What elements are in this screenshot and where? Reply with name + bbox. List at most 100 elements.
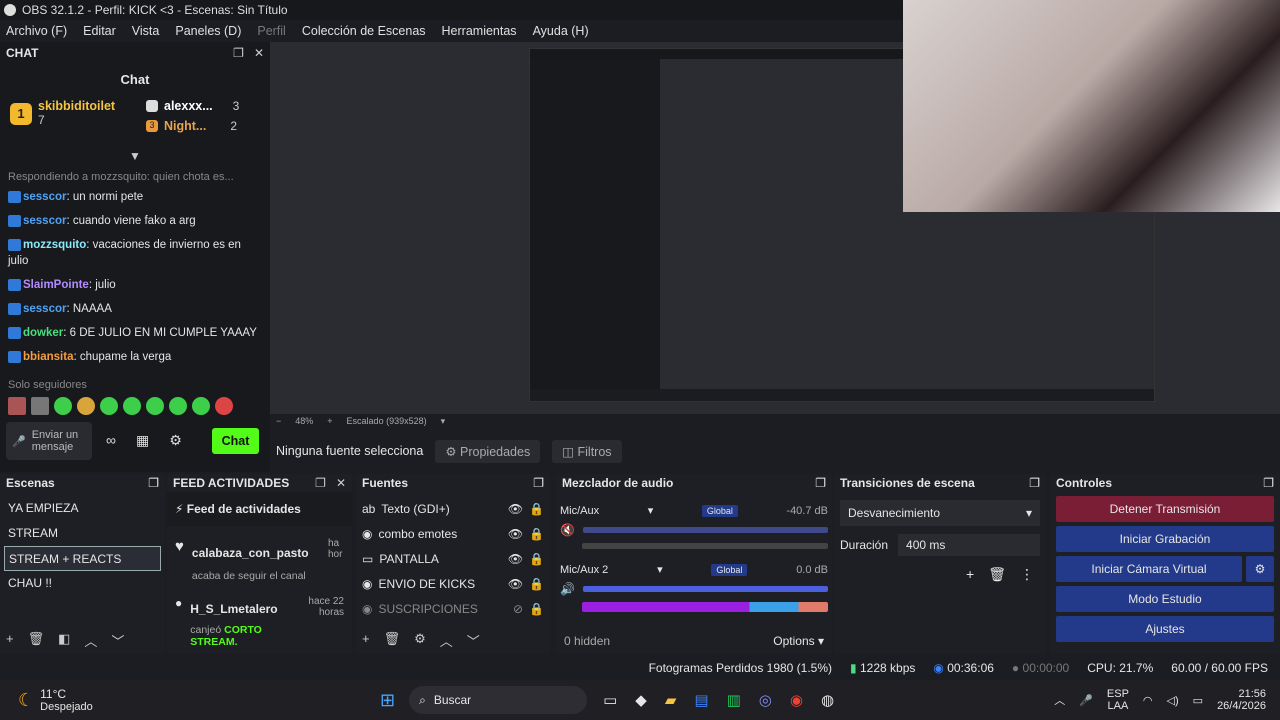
- lock-icon[interactable]: 🔒: [529, 602, 544, 616]
- add-transition-icon[interactable]: +: [966, 566, 974, 583]
- source-item[interactable]: ab Texto (GDI+) 👁 🔒: [356, 496, 550, 521]
- spreadsheet-icon[interactable]: ▥: [727, 691, 741, 709]
- speaker-icon[interactable]: 🔊: [560, 582, 575, 596]
- emotes-icon[interactable]: ∞: [106, 432, 116, 449]
- chevron-up-icon[interactable]: ︿: [1054, 692, 1065, 708]
- send-chat-button[interactable]: Chat: [212, 428, 259, 454]
- trash-icon[interactable]: 🗑: [28, 631, 45, 650]
- chrome-icon[interactable]: ◉: [790, 691, 803, 709]
- source-item[interactable]: ▭ PANTALLA 👁 🔒: [356, 546, 550, 571]
- mute-icon[interactable]: 🔇: [560, 523, 575, 537]
- weather-widget[interactable]: ☾ 11°C Despejado: [0, 687, 380, 713]
- float-icon[interactable]: ❐: [1029, 476, 1040, 490]
- menu-ayuda[interactable]: Ayuda (H): [533, 24, 589, 38]
- stop-stream-button[interactable]: Detener Transmisión: [1056, 496, 1274, 522]
- chat-username[interactable]: dowker: [23, 327, 63, 339]
- chat-username[interactable]: sesscor: [23, 215, 66, 227]
- close-icon[interactable]: ✕: [336, 476, 346, 490]
- chat-username[interactable]: SlaimPointe: [23, 279, 89, 291]
- chat-input[interactable]: 🎤 Enviar un mensaje: [6, 422, 92, 460]
- source-item[interactable]: ◉ SUSCRIPCIONES ⊘ 🔒: [356, 596, 550, 621]
- emote-icon[interactable]: [215, 397, 233, 415]
- chevron-down-icon[interactable]: ▾: [648, 504, 654, 517]
- add-source-icon[interactable]: +: [362, 631, 370, 650]
- up-icon[interactable]: ︿: [84, 631, 97, 650]
- menu-vista[interactable]: Vista: [132, 24, 160, 38]
- language-indicator[interactable]: ESP LAA: [1107, 688, 1129, 712]
- chat-username[interactable]: sesscor: [23, 303, 66, 315]
- filters-button[interactable]: ◫ Filtros: [552, 439, 622, 463]
- float-icon[interactable]: ❐: [815, 476, 826, 490]
- more-icon[interactable]: ⋮: [1020, 566, 1034, 583]
- float-icon[interactable]: ❐: [533, 476, 544, 490]
- chat-username[interactable]: mozzsquito: [23, 239, 86, 251]
- emote-icon[interactable]: [146, 397, 164, 415]
- emote-icon[interactable]: [31, 397, 49, 415]
- start-recording-button[interactable]: Iniciar Grabación: [1056, 526, 1274, 552]
- lock-icon[interactable]: 🔒: [529, 552, 544, 566]
- eye-icon[interactable]: 👁: [508, 552, 523, 566]
- channel-tag[interactable]: Global: [711, 563, 748, 576]
- menu-coleccion[interactable]: Colección de Escenas: [302, 24, 426, 38]
- source-item[interactable]: ◉ ENVIO DE KICKS 👁 🔒: [356, 571, 550, 596]
- settings-button[interactable]: Ajustes: [1056, 616, 1274, 642]
- clock[interactable]: 21:56 26/4/2026: [1217, 688, 1266, 712]
- emote-icon[interactable]: [77, 397, 95, 415]
- scene-item-selected[interactable]: STREAM + REACTS: [4, 546, 161, 571]
- eye-icon[interactable]: 👁: [508, 577, 523, 591]
- collapse-icon[interactable]: ▼: [0, 149, 270, 163]
- volume-slider[interactable]: [582, 527, 828, 533]
- chevron-down-icon[interactable]: ▾: [657, 563, 663, 576]
- microphone-icon[interactable]: 🎤: [12, 435, 26, 448]
- windows-start-icon[interactable]: ⊞: [380, 690, 395, 711]
- scene-item[interactable]: STREAM: [0, 521, 165, 546]
- down-icon[interactable]: ﹀: [467, 631, 480, 650]
- task-view-icon[interactable]: ▭: [603, 691, 617, 709]
- chat-username[interactable]: sesscor: [23, 191, 66, 203]
- float-icon[interactable]: ❐: [315, 476, 326, 490]
- file-explorer-icon[interactable]: ▰: [665, 691, 677, 709]
- duration-input[interactable]: 400 ms: [898, 534, 1040, 556]
- obs-taskbar-icon[interactable]: ◍: [821, 691, 834, 709]
- store-icon[interactable]: ▦: [136, 432, 149, 449]
- menu-perfil[interactable]: Perfil: [257, 24, 285, 38]
- volume-slider[interactable]: [582, 586, 828, 592]
- menu-herramientas[interactable]: Herramientas: [442, 24, 517, 38]
- zoom-out-icon[interactable]: −: [276, 416, 281, 426]
- transition-select[interactable]: Desvanecimiento ▾: [840, 500, 1040, 526]
- lock-icon[interactable]: 🔒: [529, 527, 544, 541]
- scene-item[interactable]: CHAU !!: [0, 571, 165, 596]
- menu-paneles[interactable]: Paneles (D): [175, 24, 241, 38]
- zoom-in-icon[interactable]: +: [327, 416, 332, 426]
- float-icon[interactable]: ❐: [233, 46, 244, 60]
- virtual-camera-button[interactable]: Iniciar Cámara Virtual: [1056, 556, 1242, 582]
- down-icon[interactable]: ﹀: [111, 631, 124, 650]
- mic-tray-icon[interactable]: 🎤: [1079, 694, 1093, 707]
- trash-icon[interactable]: 🗑: [384, 631, 401, 650]
- menu-editar[interactable]: Editar: [83, 24, 116, 38]
- taskbar-search[interactable]: ⌕ Buscar: [409, 686, 588, 714]
- menu-archivo[interactable]: Archivo (F): [6, 24, 67, 38]
- eye-icon[interactable]: 👁: [508, 527, 523, 541]
- battery-icon[interactable]: ▭: [1193, 694, 1203, 707]
- up-icon[interactable]: ︿: [440, 631, 453, 650]
- emote-icon[interactable]: [100, 397, 118, 415]
- options-button[interactable]: Options ▾: [773, 634, 824, 648]
- discord-icon[interactable]: ◎: [759, 691, 772, 709]
- chat-username[interactable]: bbiansita: [23, 351, 73, 363]
- channel-tag[interactable]: Global: [701, 504, 738, 517]
- chevron-down-icon[interactable]: ▾: [441, 416, 446, 427]
- lock-icon[interactable]: 🔒: [529, 502, 544, 516]
- gear-icon[interactable]: ⚙: [169, 432, 182, 449]
- scale-select[interactable]: Escalado (939x528): [347, 416, 427, 426]
- source-item[interactable]: ◉ combo emotes 👁 🔒: [356, 521, 550, 546]
- scene-filter-icon[interactable]: ◧: [58, 631, 70, 650]
- volume-icon[interactable]: ◁): [1167, 694, 1179, 707]
- float-icon[interactable]: ❐: [148, 476, 159, 490]
- emote-icon[interactable]: [123, 397, 141, 415]
- emote-icon[interactable]: [8, 397, 26, 415]
- float-icon[interactable]: ❐: [1263, 476, 1274, 490]
- trash-icon[interactable]: 🗑: [988, 566, 1006, 583]
- emote-icon[interactable]: [169, 397, 187, 415]
- gear-icon[interactable]: ⚙: [1246, 556, 1274, 582]
